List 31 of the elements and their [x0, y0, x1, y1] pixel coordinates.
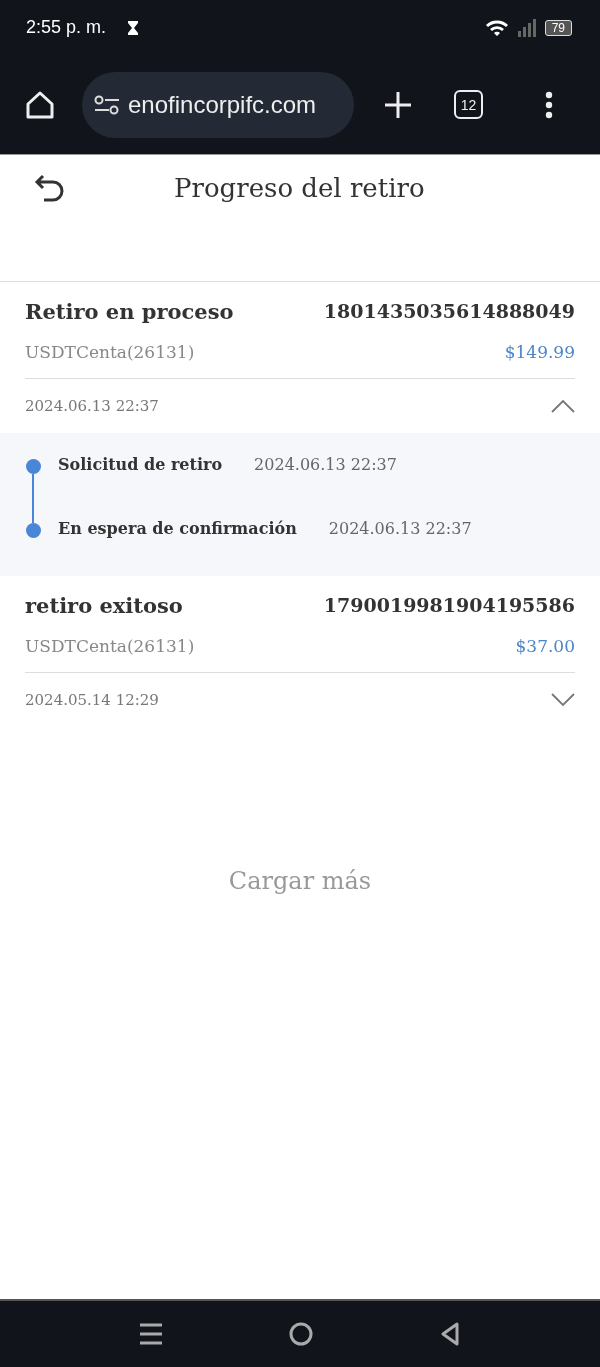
site-settings-icon[interactable]: [94, 94, 120, 115]
chevron-up-icon[interactable]: [551, 399, 575, 413]
step-label: Solicitud de retiro: [58, 455, 223, 474]
tab-count-button[interactable]: 12: [454, 90, 483, 119]
page-title: Progreso del retiro: [174, 173, 425, 203]
withdrawal-status: retiro exitoso: [25, 592, 183, 618]
hourglass-icon: [128, 20, 139, 35]
account-name: USDTCenta(26131): [25, 342, 195, 362]
withdrawal-status: Retiro en proceso: [25, 298, 234, 324]
withdrawal-date: 2024.05.14 12:29: [25, 691, 159, 709]
address-bar[interactable]: enofincorpifc.com: [82, 71, 354, 138]
step-time: 2024.06.13 22:37: [254, 455, 397, 474]
menu-icon[interactable]: [545, 90, 553, 119]
step-label: En espera de confirmación: [58, 519, 297, 538]
transaction-id: 1801435035614888049: [323, 300, 575, 322]
recent-apps-icon[interactable]: [140, 1323, 162, 1345]
chevron-down-icon[interactable]: [551, 693, 575, 707]
home-button-icon[interactable]: [289, 1322, 313, 1346]
amount: $149.99: [504, 342, 575, 362]
plus-icon[interactable]: [384, 90, 412, 119]
back-button-icon[interactable]: [440, 1322, 460, 1346]
withdrawal-date: 2024.06.13 22:37: [25, 397, 159, 415]
clock: 2:55 p. m.: [26, 17, 107, 38]
battery-indicator: 79: [544, 19, 572, 36]
step-time: 2024.06.13 22:37: [328, 519, 472, 538]
account-name: USDTCenta(26131): [25, 636, 195, 656]
signal-icon: [516, 18, 537, 37]
back-icon[interactable]: [34, 173, 66, 203]
amount: $37.00: [515, 636, 575, 656]
transaction-id: 1790019981904195586: [323, 594, 575, 616]
wifi-icon: [484, 18, 509, 37]
